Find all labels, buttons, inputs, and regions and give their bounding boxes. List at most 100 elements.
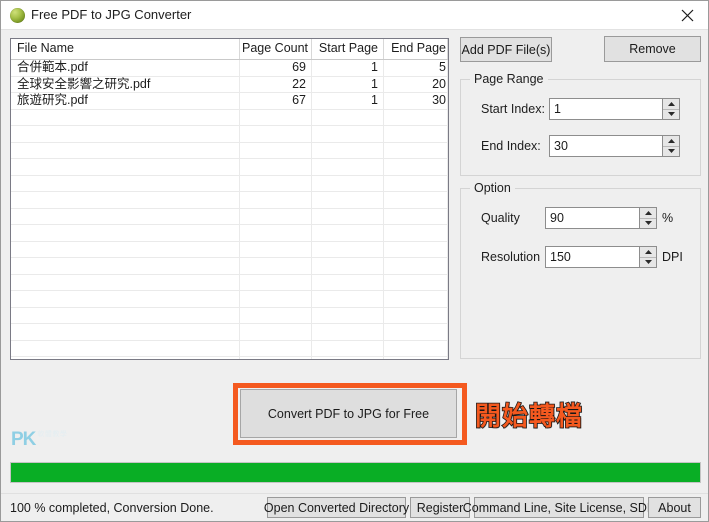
table-row[interactable] (11, 192, 448, 209)
cell-divider (383, 126, 384, 143)
cell-divider (239, 175, 240, 192)
table-row[interactable] (11, 274, 448, 291)
cell-divider (447, 225, 448, 242)
spin-down-icon[interactable] (663, 145, 679, 156)
end-index-stepper[interactable] (549, 135, 680, 157)
table-row[interactable] (11, 291, 448, 308)
table-row[interactable] (11, 340, 448, 357)
column-divider[interactable] (447, 39, 448, 59)
about-button[interactable]: About (648, 497, 701, 518)
table-row[interactable]: 全球安全影響之研究.pdf 22 1 20 (11, 76, 448, 93)
spin-down-icon[interactable] (663, 108, 679, 119)
cell-divider (311, 225, 312, 242)
table-row[interactable] (11, 126, 448, 143)
column-header-page-count[interactable]: Page Count (242, 41, 308, 55)
cell-divider (447, 126, 448, 143)
end-index-input[interactable] (550, 136, 662, 156)
spin-up-icon[interactable] (640, 247, 656, 257)
start-index-spin-buttons[interactable] (662, 99, 679, 119)
table-row[interactable] (11, 241, 448, 258)
cell-divider (239, 324, 240, 341)
cell-divider (311, 60, 312, 77)
cell-divider (447, 142, 448, 159)
cell-divider (311, 126, 312, 143)
command-line-site-license-sdk-button[interactable]: Command Line, Site License, SDK (463, 497, 655, 518)
cell-divider (447, 208, 448, 225)
cell-divider (239, 274, 240, 291)
spin-up-icon[interactable] (663, 136, 679, 146)
cell-divider (311, 340, 312, 357)
add-pdf-files-button[interactable]: Add PDF File(s) (460, 37, 552, 62)
table-row[interactable] (11, 109, 448, 126)
spin-up-icon[interactable] (663, 99, 679, 109)
end-index-spin-buttons[interactable] (662, 136, 679, 156)
cell-divider (447, 291, 448, 308)
cell-divider (239, 258, 240, 275)
column-header-start-page[interactable]: Start Page (314, 41, 378, 55)
table-row[interactable] (11, 357, 448, 359)
progress-bar-fill (11, 463, 700, 482)
file-list-table[interactable]: File Name Page Count Start Page End Page… (10, 38, 449, 360)
column-divider[interactable] (311, 39, 312, 59)
watermark-logo: PK 軟體教學 (11, 429, 67, 451)
remove-button[interactable]: Remove (604, 36, 701, 62)
cell-divider (311, 324, 312, 341)
spin-down-icon[interactable] (640, 256, 656, 267)
table-row[interactable] (11, 142, 448, 159)
cell-divider (383, 241, 384, 258)
cell-divider (311, 274, 312, 291)
table-body: 合併範本.pdf 69 1 5 全球安全影響之研究.pdf 22 1 20 旅遊研究.pdf 67… (11, 60, 448, 359)
cell-divider (239, 109, 240, 126)
resolution-unit-label: DPI (662, 250, 683, 264)
resolution-input[interactable] (546, 247, 639, 267)
cell-divider (383, 324, 384, 341)
cell-divider (447, 159, 448, 176)
column-divider[interactable] (383, 39, 384, 59)
table-row[interactable] (11, 324, 448, 341)
table-row[interactable] (11, 175, 448, 192)
quality-unit-label: % (662, 211, 674, 225)
convert-pdf-to-jpg-button[interactable]: Convert PDF to JPG for Free (240, 389, 457, 438)
close-icon[interactable] (665, 1, 708, 29)
column-header-file-name[interactable]: File Name (17, 41, 74, 55)
cell-divider (383, 175, 384, 192)
cell-divider (383, 60, 384, 77)
table-row[interactable] (11, 307, 448, 324)
table-row[interactable] (11, 208, 448, 225)
table-row[interactable]: 合併範本.pdf 69 1 5 (11, 60, 448, 77)
start-index-label: Start Index: (481, 102, 545, 116)
table-row[interactable] (11, 225, 448, 242)
quality-spin-buttons[interactable] (639, 208, 656, 228)
table-row[interactable] (11, 159, 448, 176)
resolution-stepper[interactable] (545, 246, 657, 268)
resolution-spin-buttons[interactable] (639, 247, 656, 267)
cell-divider (311, 258, 312, 275)
cell-divider (311, 142, 312, 159)
register-button[interactable]: Register (410, 497, 470, 518)
watermark-text: PK (11, 429, 36, 450)
window-title: Free PDF to JPG Converter (31, 7, 192, 22)
spin-up-icon[interactable] (640, 208, 656, 218)
end-index-label: End Index: (481, 139, 541, 153)
cell-start-page: 1 (371, 76, 378, 91)
start-index-stepper[interactable] (549, 98, 680, 120)
cell-divider (447, 274, 448, 291)
column-divider[interactable] (239, 39, 240, 59)
cell-divider (447, 357, 448, 359)
table-row[interactable] (11, 258, 448, 275)
quality-stepper[interactable] (545, 207, 657, 229)
column-header-end-page[interactable]: End Page (386, 41, 446, 55)
cell-divider (383, 357, 384, 359)
open-converted-directory-button[interactable]: Open Converted Directory (264, 497, 409, 518)
cell-divider (447, 307, 448, 324)
start-index-input[interactable] (550, 99, 662, 119)
cell-page-count: 22 (292, 76, 306, 91)
spin-down-icon[interactable] (640, 217, 656, 228)
cell-page-count: 67 (292, 93, 306, 107)
cell-divider (239, 241, 240, 258)
cell-end-page: 20 (432, 76, 446, 91)
table-row[interactable]: 旅遊研究.pdf 67 1 30 (11, 93, 448, 110)
quality-input[interactable] (546, 208, 639, 228)
progress-bar (10, 462, 701, 483)
cell-divider (383, 93, 384, 110)
